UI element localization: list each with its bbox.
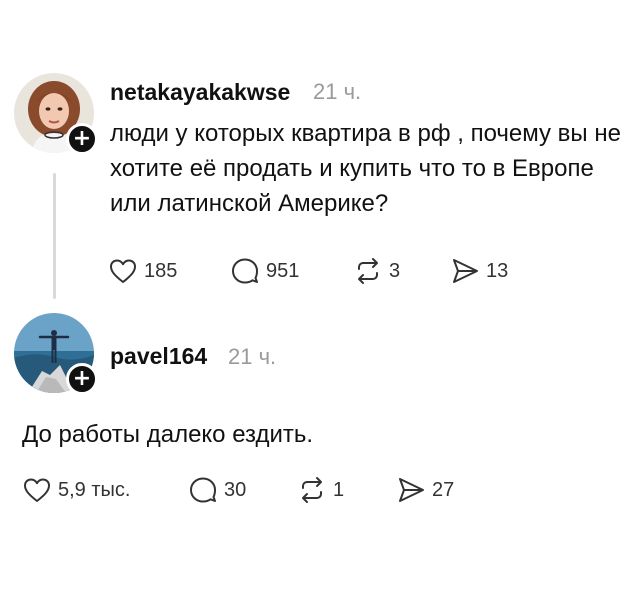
comment-count: 951 xyxy=(266,259,300,282)
follow-plus-icon[interactable]: + xyxy=(66,123,98,155)
heart-icon xyxy=(108,256,138,286)
follow-plus-icon[interactable]: + xyxy=(66,363,98,395)
post-actions: 185 951 3 13 xyxy=(108,256,548,286)
comment-button[interactable]: 951 xyxy=(230,256,299,286)
repost-button[interactable]: 3 xyxy=(353,256,400,286)
repost-button[interactable]: 1 xyxy=(297,475,344,505)
post-username[interactable]: netakayakakwse xyxy=(110,79,290,106)
like-button[interactable]: 185 xyxy=(108,256,177,286)
avatar-pavel164[interactable]: + xyxy=(14,313,98,395)
like-button[interactable]: 5,9 тыс. xyxy=(22,475,130,505)
post-timestamp: 21 ч. xyxy=(228,344,277,369)
share-button[interactable]: 27 xyxy=(396,475,454,505)
share-count: 13 xyxy=(486,259,509,282)
heart-icon xyxy=(22,475,52,505)
comment-button[interactable]: 30 xyxy=(188,475,246,505)
post-text: люди у которых квартира в рф , почему вы… xyxy=(110,120,621,217)
repost-count: 1 xyxy=(333,478,345,501)
like-count: 185 xyxy=(144,259,178,282)
repost-icon xyxy=(297,475,327,505)
avatar-netakayakakwse[interactable]: + xyxy=(14,73,98,155)
thread-connector-line xyxy=(53,173,56,299)
post-username[interactable]: pavel164 xyxy=(110,343,207,370)
comment-count: 30 xyxy=(224,478,247,501)
post-timestamp: 21 ч. xyxy=(313,79,362,104)
repost-icon xyxy=(353,256,383,286)
share-count: 27 xyxy=(432,478,455,501)
share-button[interactable]: 13 xyxy=(450,256,508,286)
post-text: До работы далеко ездить. xyxy=(22,421,314,448)
like-count: 5,9 тыс. xyxy=(58,478,131,501)
post-actions: 5,9 тыс. 30 1 27 xyxy=(22,475,482,505)
send-icon xyxy=(450,256,480,286)
send-icon xyxy=(396,475,426,505)
comment-bubble-icon xyxy=(188,475,218,505)
comment-bubble-icon xyxy=(230,256,260,286)
repost-count: 3 xyxy=(389,259,401,282)
